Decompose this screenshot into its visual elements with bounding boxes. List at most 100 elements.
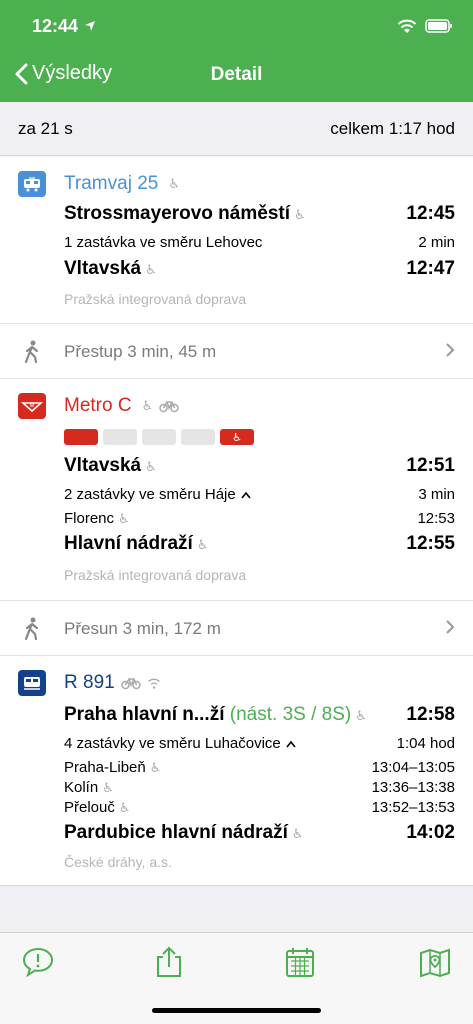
transfer-text: Přesun 3 min, 172 m — [64, 619, 221, 638]
status-bar: 12:44 — [32, 14, 453, 38]
bicycle-icon — [159, 401, 179, 413]
intermediate-stop: Praha-Libeň ♿ 13:04–13:05 — [64, 759, 455, 776]
arrival-time: 12:55 — [406, 533, 455, 554]
stops-direction: 2 zastávky ve směru Háje — [64, 486, 236, 503]
wheelchair-icon: ♿ — [149, 760, 162, 775]
home-indicator — [152, 1008, 321, 1013]
departure-time: 12:51 — [406, 455, 455, 476]
map-button[interactable] — [418, 945, 452, 979]
bicycle-icon — [120, 678, 141, 690]
stop-name: Strossmayerovo náměstí — [64, 203, 290, 224]
chevron-up-icon — [241, 491, 251, 499]
departure-stop: Praha hlavní n...ží (nást. 3S / 8S) ♿ 12:… — [64, 704, 455, 726]
line-name: Tramvaj 25 — [64, 173, 159, 194]
map-icon — [420, 948, 450, 978]
arrival-stop: Pardubice hlavní nádraží ♿ 14:02 — [64, 822, 455, 844]
page-title: Detail — [210, 64, 263, 85]
car — [142, 429, 176, 445]
stop-name: Kolín — [64, 779, 99, 796]
stops-info[interactable]: 2 zastávky ve směru Háje 3 min — [64, 486, 455, 503]
wheelchair-icon: ♿ — [118, 511, 130, 526]
chevron-right-icon — [446, 620, 455, 634]
wheelchair-icon: ♿ — [141, 398, 154, 413]
line-name: Metro C — [64, 395, 132, 416]
chevron-up-icon — [286, 740, 296, 748]
departure-countdown: za 21 s — [18, 118, 73, 138]
stops-info: 1 zastávka ve směru Lehovec 2 min — [64, 234, 455, 251]
chevron-right-icon — [446, 343, 455, 357]
wheelchair-icon: ♿ — [145, 262, 157, 277]
stop-name: Přelouč — [64, 799, 115, 816]
stop-name: Praha-Libeň — [64, 759, 146, 776]
intermediate-stop: Florenc ♿ 12:53 — [64, 510, 455, 527]
car — [103, 429, 137, 445]
arrival-time: 12:47 — [406, 258, 455, 279]
stops-direction: 1 zastávka ve směru Lehovec — [64, 234, 263, 251]
svg-text:M: M — [30, 403, 35, 409]
wheelchair-icon: ♿ — [294, 207, 306, 222]
leg-duration: 3 min — [418, 486, 455, 503]
metro-icon: M — [18, 393, 46, 419]
share-icon — [157, 946, 181, 977]
wheelchair-icon: ♿ — [196, 537, 209, 552]
arrival-stop: Vltavská ♿ 12:47 — [64, 258, 455, 280]
stop-name: Vltavská — [64, 455, 142, 476]
operator: Pražská integrovaná doprava — [64, 291, 247, 307]
stops-direction: 4 zastávky ve směru Luhačovice — [64, 735, 281, 752]
stop-name: Praha hlavní n...ží — [64, 704, 225, 725]
location-arrow-icon — [85, 21, 96, 31]
stop-name: Florenc — [64, 510, 115, 527]
stop-time: 13:52–13:53 — [371, 799, 455, 816]
share-button[interactable] — [152, 945, 186, 979]
trip-summary: za 21 s celkem 1:17 hod — [0, 102, 473, 156]
speech-bubble-icon — [22, 947, 54, 978]
stop-time: 13:04–13:05 — [371, 759, 455, 776]
arrival-stop: Hlavní nádraží ♿ 12:55 — [64, 533, 455, 555]
stop-time: 13:36–13:38 — [371, 779, 455, 796]
intermediate-stop: Kolín ♿ 13:36–13:38 — [64, 779, 455, 796]
nav-bar: 12:44 Výsledky Detail — [0, 0, 473, 102]
operator: Pražská integrovaná doprava — [64, 567, 247, 583]
battery-icon — [425, 19, 452, 33]
tram-icon — [18, 171, 46, 197]
leg-duration: 2 min — [418, 234, 455, 251]
calendar-icon — [286, 948, 314, 977]
walking-icon — [24, 340, 39, 364]
total-duration: celkem 1:17 hod — [330, 118, 455, 138]
trip-detail: Tramvaj 25 ♿ Strossmayerovo náměstí ♿ 12:… — [0, 157, 473, 886]
operator: České dráhy, a.s. — [64, 854, 172, 870]
stop-name: Pardubice hlavní nádraží — [64, 822, 288, 843]
departure-time: 12:45 — [406, 203, 455, 224]
departure-stop: Strossmayerovo náměstí ♿ 12:45 — [64, 203, 455, 225]
leg-duration: 1:04 hod — [396, 735, 455, 752]
wheelchair-car-icon: ♿ — [220, 429, 254, 445]
feedback-button[interactable] — [21, 945, 55, 979]
departure-time: 12:58 — [406, 704, 455, 725]
platform: (nást. 3S / 8S) — [229, 704, 352, 725]
stop-name: Hlavní nádraží — [64, 533, 193, 554]
wheelchair-icon: ♿ — [145, 459, 157, 474]
wifi-icon — [147, 678, 160, 689]
transfer-row[interactable]: Přesun 3 min, 172 m — [0, 600, 473, 656]
stops-info[interactable]: 4 zastávky ve směru Luhačovice 1:04 hod — [64, 735, 455, 752]
wheelchair-icon: ♿ — [168, 176, 180, 191]
status-time: 12:44 — [32, 15, 79, 36]
metro-car-indicator: ♿ — [64, 429, 254, 445]
wheelchair-icon: ♿ — [118, 800, 131, 815]
wheelchair-icon: ♿ — [102, 780, 114, 795]
arrival-time: 14:02 — [406, 822, 455, 843]
train-icon — [18, 670, 46, 696]
wheelchair-icon: ♿ — [291, 826, 304, 841]
transfer-row[interactable]: Přestup 3 min, 45 m — [0, 323, 473, 379]
stop-name: Vltavská — [64, 258, 142, 279]
stop-time: 12:53 — [417, 510, 455, 527]
car — [181, 429, 215, 445]
walking-icon — [24, 617, 39, 641]
transfer-text: Přestup 3 min, 45 m — [64, 342, 217, 361]
car-highlight — [64, 429, 98, 445]
wifi-icon — [397, 19, 417, 33]
line-name: R 891 — [64, 672, 115, 693]
calendar-button[interactable] — [283, 945, 317, 979]
departure-stop: Vltavská ♿ 12:51 — [64, 455, 455, 477]
intermediate-stop: Přelouč ♿ 13:52–13:53 — [64, 799, 455, 816]
